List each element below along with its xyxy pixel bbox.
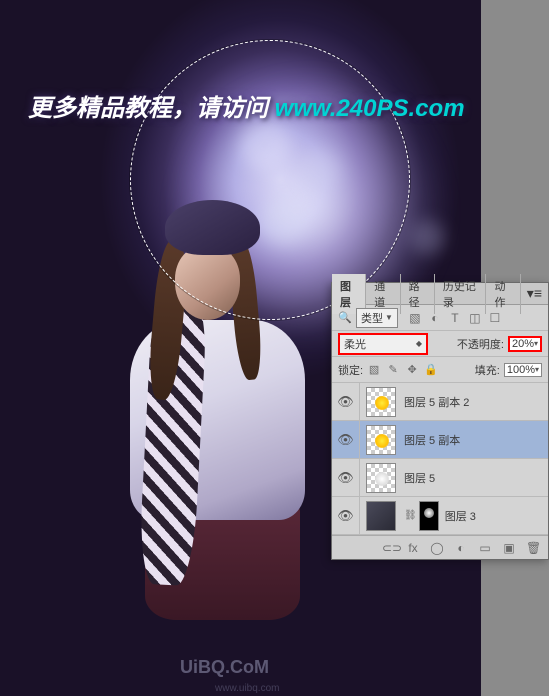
- layers-panel: 图层 通道 路径 历史记录 动作 ▾≡ 🔍 类型 ▼ ▧ ◐ T ◫ ☐ 柔光 …: [331, 282, 549, 560]
- delete-layer-icon[interactable]: 🗑: [526, 541, 540, 555]
- layer-mask-thumbnail[interactable]: [419, 501, 439, 531]
- chevron-down-icon: ▾: [535, 365, 539, 374]
- fill-label: 填充:: [475, 362, 500, 378]
- watermark-text: 更多精品教程，请访问 www.240PS.com: [28, 88, 465, 123]
- layer-thumbnail[interactable]: [366, 387, 396, 417]
- visibility-toggle[interactable]: 👁: [332, 383, 360, 420]
- layer-row[interactable]: 👁 图层 5 副本 2: [332, 383, 548, 421]
- mask-link-icon[interactable]: ⛓: [402, 510, 419, 521]
- filter-type-label: 类型: [361, 310, 383, 326]
- layer-name[interactable]: 图层 5: [402, 470, 435, 486]
- layer-row[interactable]: 👁 ⛓ 图层 3: [332, 497, 548, 535]
- tab-actions[interactable]: 动作: [486, 274, 520, 314]
- search-icon[interactable]: 🔍: [338, 311, 352, 325]
- layer-thumbnail[interactable]: [366, 463, 396, 493]
- fill-input[interactable]: 100% ▾: [504, 363, 542, 377]
- watermark-url: www.240PS.com: [275, 95, 465, 122]
- layer-name[interactable]: 图层 3: [443, 508, 476, 524]
- layers-list: 👁 图层 5 副本 2 👁 图层 5 副本 👁 图层 5 👁 ⛓ 图层 3: [332, 383, 548, 535]
- layer-row[interactable]: 👁 图层 5 副本: [332, 421, 548, 459]
- bokeh: [410, 220, 445, 255]
- smart-filter-icon[interactable]: ☐: [488, 311, 502, 325]
- chevron-down-icon: ◆: [416, 339, 422, 348]
- layer-thumbnail[interactable]: [366, 425, 396, 455]
- layer-name[interactable]: 图层 5 副本 2: [402, 394, 469, 410]
- lock-label: 锁定:: [338, 362, 363, 378]
- opacity-label: 不透明度:: [457, 336, 504, 352]
- layer-mask-icon[interactable]: ◯: [430, 541, 444, 555]
- adjustment-layer-icon[interactable]: ◐: [454, 541, 468, 555]
- panel-bottom-toolbar: ⊂⊃ fx ◯ ◐ ▭ ▣ 🗑: [332, 535, 548, 559]
- blend-mode-dropdown[interactable]: 柔光 ◆: [338, 333, 428, 355]
- lock-transparency-icon[interactable]: ▧: [367, 363, 381, 376]
- visibility-toggle[interactable]: 👁: [332, 497, 360, 534]
- filter-type-icons: ▧ ◐ T ◫ ☐: [408, 311, 502, 325]
- opacity-value: 20%: [512, 338, 534, 350]
- tab-paths[interactable]: 路径: [401, 274, 435, 314]
- fill-value: 100%: [507, 364, 535, 376]
- pixel-filter-icon[interactable]: ▧: [408, 311, 422, 325]
- chevron-down-icon: ▾: [534, 339, 538, 348]
- watermark-bottom: UiBQ.CoM: [180, 657, 269, 678]
- tab-history[interactable]: 历史记录: [435, 274, 487, 314]
- chevron-down-icon: ▼: [385, 313, 393, 322]
- filter-type-dropdown[interactable]: 类型 ▼: [356, 308, 398, 328]
- layer-thumbnail[interactable]: [366, 501, 396, 531]
- link-layers-icon[interactable]: ⊂⊃: [382, 541, 396, 555]
- lock-icons: ▧ ✎ ✥ 🔒: [367, 363, 438, 376]
- watermark-sub: www.uibq.com: [215, 683, 279, 694]
- watermark-label: 更多精品教程，请访问: [28, 95, 275, 122]
- panel-tabs: 图层 通道 路径 历史记录 动作 ▾≡: [332, 283, 548, 305]
- adjustment-filter-icon[interactable]: ◐: [428, 311, 442, 325]
- opacity-input[interactable]: 20% ▾: [508, 336, 542, 352]
- lock-pixels-icon[interactable]: ✎: [386, 363, 400, 376]
- layer-row[interactable]: 👁 图层 5: [332, 459, 548, 497]
- lock-position-icon[interactable]: ✥: [405, 363, 419, 376]
- group-icon[interactable]: ▭: [478, 541, 492, 555]
- visibility-toggle[interactable]: 👁: [332, 421, 360, 458]
- lock-row: 锁定: ▧ ✎ ✥ 🔒 填充: 100% ▾: [332, 357, 548, 383]
- panel-menu-icon[interactable]: ▾≡: [521, 285, 548, 302]
- layer-fx-icon[interactable]: fx: [406, 541, 420, 555]
- shape-filter-icon[interactable]: ◫: [468, 311, 482, 325]
- type-filter-icon[interactable]: T: [448, 311, 462, 325]
- lock-all-icon[interactable]: 🔒: [424, 363, 438, 376]
- new-layer-icon[interactable]: ▣: [502, 541, 516, 555]
- visibility-toggle[interactable]: 👁: [332, 459, 360, 496]
- blend-row: 柔光 ◆ 不透明度: 20% ▾: [332, 331, 548, 357]
- layer-name[interactable]: 图层 5 副本: [402, 432, 460, 448]
- blend-mode-value: 柔光: [344, 336, 366, 352]
